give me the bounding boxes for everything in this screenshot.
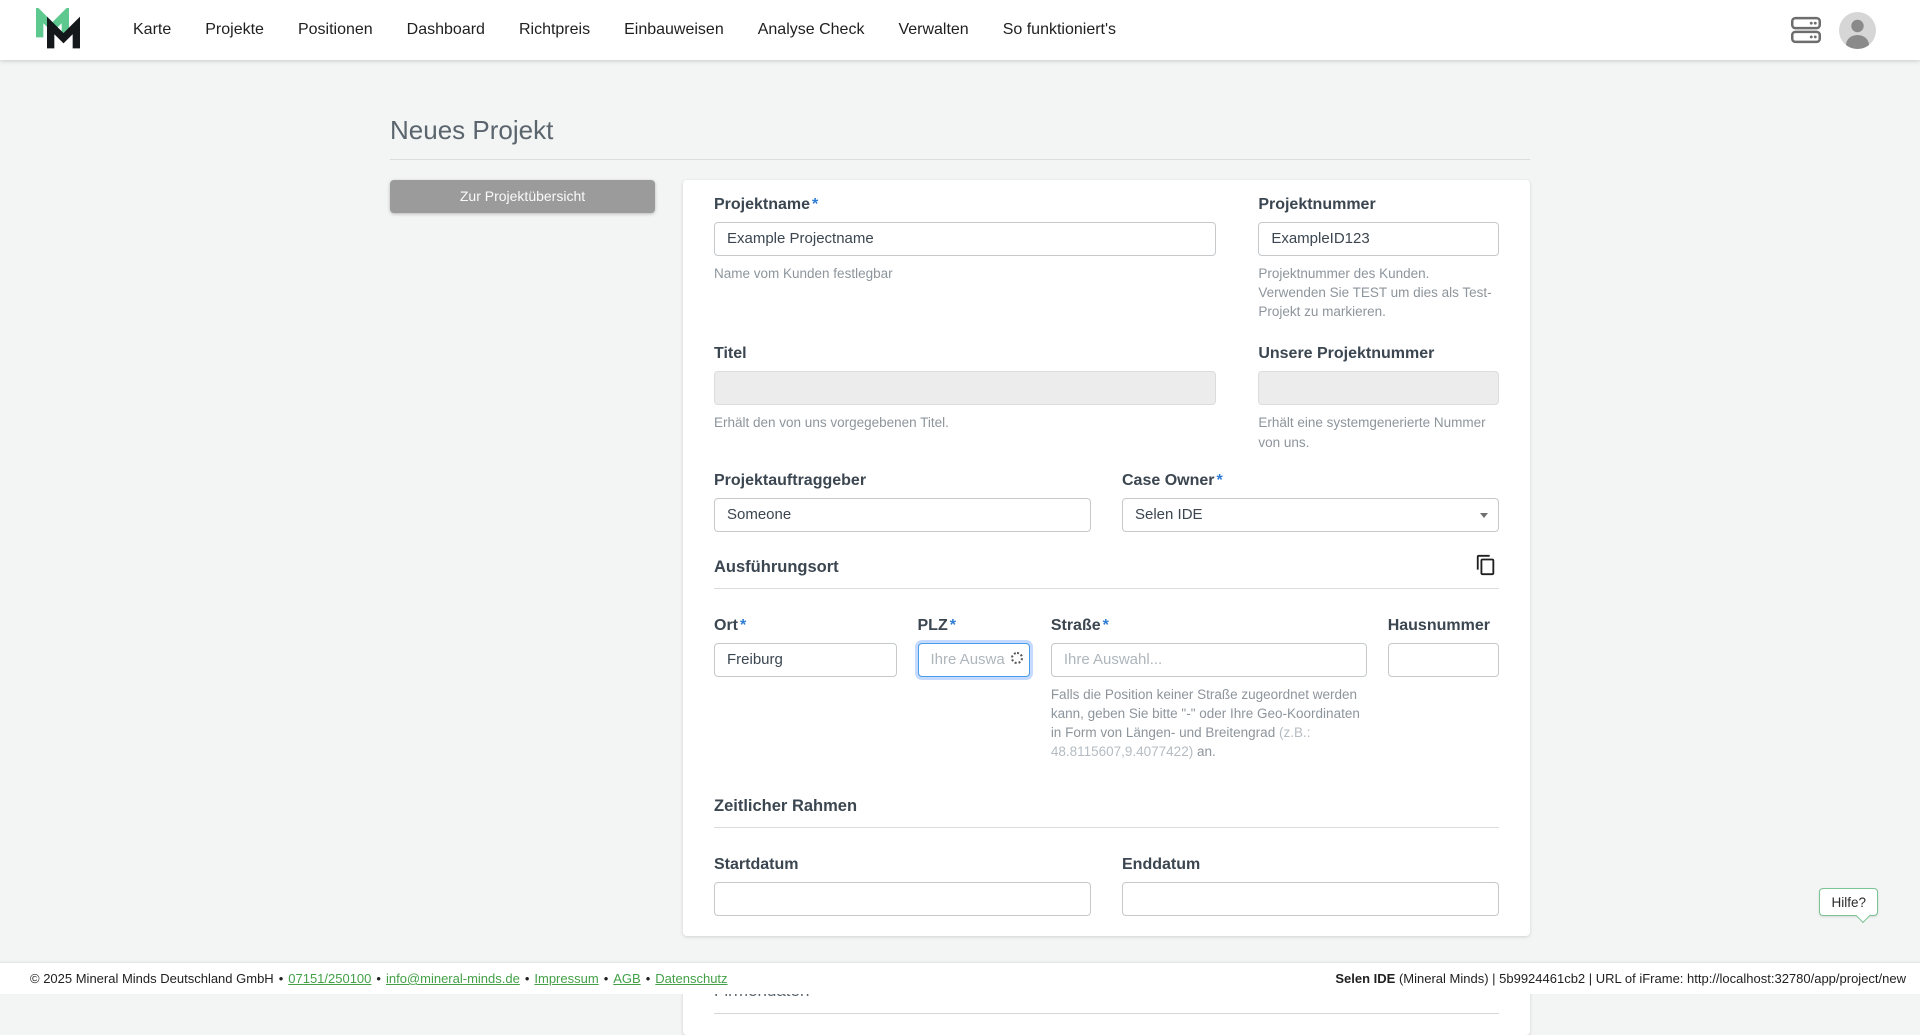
- copy-icon[interactable]: [1473, 552, 1499, 581]
- main-menu: Karte Projekte Positionen Dashboard Rich…: [116, 0, 1791, 60]
- project-form-card: Projektname* Name vom Kunden festlegbar …: [683, 179, 1530, 937]
- projektnummer-helper: Projektnummer des Kunden. Verwenden Sie …: [1258, 265, 1492, 320]
- footer-link-phone[interactable]: 07151/250100: [288, 971, 371, 986]
- field-ort: Ort *: [714, 617, 897, 762]
- field-projektauftraggeber: Projektauftraggeber: [714, 472, 1091, 532]
- required-marker: *: [1216, 471, 1223, 489]
- field-startdatum: Startdatum: [714, 856, 1091, 917]
- hilfe-button[interactable]: Hilfe?: [1819, 888, 1878, 916]
- footer-link-impressum[interactable]: Impressum: [534, 971, 598, 986]
- nav-item-dashboard[interactable]: Dashboard: [390, 0, 502, 60]
- footer-session-info: Selen IDE (Mineral Minds) | 5b9924461cb2…: [1335, 971, 1906, 986]
- main-content: Neues Projekt Zur Projektübersicht Proje…: [390, 115, 1530, 1035]
- field-hausnummer: Hausnummer: [1387, 616, 1499, 762]
- strasse-input[interactable]: [1050, 642, 1367, 677]
- startdatum-input[interactable]: [714, 882, 1091, 917]
- projektnummer-label: Projektnummer: [1258, 195, 1376, 213]
- hausnummer-input[interactable]: [1387, 642, 1499, 677]
- case-owner-label: Case Owner *: [1122, 471, 1223, 489]
- copyright-text: © 2025 Mineral Minds Deutschland GmbH: [30, 971, 274, 986]
- required-marker: *: [812, 195, 819, 213]
- field-strasse: Straße* Falls die Position keiner Straße…: [1050, 616, 1367, 762]
- projektname-input[interactable]: [714, 221, 1217, 256]
- projektnummer-input[interactable]: [1258, 221, 1499, 256]
- nav-item-karte[interactable]: Karte: [116, 0, 188, 60]
- case-owner-value: Selen IDE: [1135, 506, 1203, 524]
- field-projektname: Projektname* Name vom Kunden festlegbar: [714, 195, 1217, 321]
- field-unsere-projektnummer: Unsere Projektnummer Erhält eine systemg…: [1258, 345, 1499, 451]
- nav-item-analyse-check[interactable]: Analyse Check: [741, 0, 882, 60]
- case-owner-select[interactable]: Selen IDE: [1122, 497, 1499, 532]
- section-ausfuehrungsort: Ausführungsort: [714, 554, 1499, 589]
- projektname-label: Projektname *: [714, 195, 819, 213]
- nav-item-projekte[interactable]: Projekte: [188, 0, 281, 60]
- zur-projektuebersicht-button[interactable]: Zur Projektübersicht: [390, 179, 655, 213]
- footer-link-email[interactable]: info@mineral-minds.de: [386, 971, 520, 986]
- footer-link-agb[interactable]: AGB: [613, 971, 640, 986]
- section-zeitlicher-rahmen: Zeitlicher Rahmen: [714, 797, 1499, 829]
- user-avatar-icon[interactable]: [1839, 11, 1876, 49]
- plz-label: PLZ *: [917, 616, 956, 634]
- firmendaten-divider: [714, 1013, 1499, 1015]
- mineral-minds-logo-icon[interactable]: [34, 8, 82, 52]
- field-case-owner: Case Owner * Selen IDE: [1122, 472, 1499, 532]
- ort-label: Ort *: [714, 616, 747, 634]
- required-marker: *: [949, 616, 956, 634]
- server-icon[interactable]: [1791, 16, 1821, 44]
- projektauftraggeber-label: Projektauftraggeber: [714, 471, 867, 489]
- hausnummer-label: Hausnummer: [1387, 616, 1490, 634]
- nav-item-positionen[interactable]: Positionen: [281, 0, 390, 60]
- top-nav: Karte Projekte Positionen Dashboard Rich…: [0, 0, 1920, 60]
- field-plz: PLZ *: [917, 616, 1030, 762]
- chevron-down-icon: [1480, 512, 1488, 518]
- enddatum-label: Enddatum: [1122, 856, 1201, 874]
- titel-label: Titel: [714, 345, 747, 363]
- field-projektnummer: Projektnummer Projektnummer des Kunden. …: [1258, 196, 1499, 321]
- strasse-label: Straße *: [1050, 616, 1109, 634]
- unsere-projektnummer-helper: Erhält eine systemgenerierte Nummer von …: [1258, 415, 1486, 450]
- page-title: Neues Projekt: [390, 115, 554, 145]
- startdatum-label: Startdatum: [714, 856, 799, 874]
- ort-input[interactable]: [714, 642, 897, 677]
- footer: © 2025 Mineral Minds Deutschland GmbH • 07…: [0, 963, 1920, 994]
- projektname-helper: Name vom Kunden festlegbar: [714, 265, 893, 281]
- ausfuehrungsort-title: Ausführungsort: [714, 557, 839, 576]
- loading-spinner-icon: [1010, 651, 1023, 664]
- unsere-projektnummer-input: [1258, 371, 1499, 406]
- titel-input: [714, 371, 1217, 406]
- footer-left: © 2025 Mineral Minds Deutschland GmbH • 07…: [30, 971, 728, 986]
- field-enddatum: Enddatum: [1122, 856, 1499, 917]
- nav-item-richtpreis[interactable]: Richtpreis: [502, 0, 607, 60]
- field-titel: Titel Erhält den von uns vorgegebenen Ti…: [714, 345, 1217, 451]
- zeitlicher-rahmen-title: Zeitlicher Rahmen: [714, 797, 858, 816]
- unsere-projektnummer-label: Unsere Projektnummer: [1258, 345, 1435, 363]
- nav-item-verwalten[interactable]: Verwalten: [881, 0, 985, 60]
- projektauftraggeber-input[interactable]: [714, 497, 1091, 532]
- required-marker: *: [1102, 616, 1109, 634]
- required-marker: *: [740, 616, 747, 634]
- nav-item-so-funktionierts[interactable]: So funktioniert's: [986, 0, 1133, 60]
- titel-helper: Erhält den von uns vorgegebenen Titel.: [714, 415, 949, 431]
- strasse-helper: Falls die Position keiner Straße zugeord…: [1050, 686, 1360, 760]
- title-divider: [390, 158, 1530, 160]
- enddatum-input[interactable]: [1122, 882, 1499, 917]
- footer-link-datenschutz[interactable]: Datenschutz: [655, 971, 727, 986]
- nav-item-einbauweisen[interactable]: Einbauweisen: [607, 0, 741, 60]
